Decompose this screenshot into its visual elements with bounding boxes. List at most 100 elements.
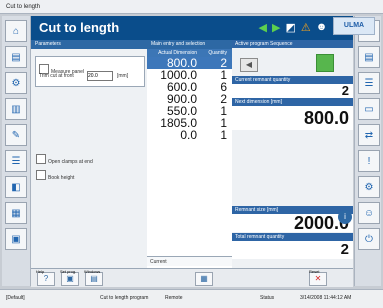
right-tool-print[interactable]: ▤ [358,46,380,68]
right-tool-user[interactable]: ☺ [358,202,380,224]
data-icon: ◧ [11,181,21,193]
row-quantity: 1 [220,116,227,130]
set-program-button[interactable]: ▣ [61,272,79,286]
tool-button-cutting[interactable]: ▥ [5,98,27,120]
program-sequence-title: Active program Sequence [232,40,353,48]
trim-cut-label: Trim cut at front [39,73,74,79]
remnant-size-value: 2000.0 [232,214,353,232]
list-icon: ☰ [364,77,374,89]
warning-icon[interactable]: ⚠ [301,21,311,34]
open-clamps-checkbox[interactable] [36,153,46,164]
application-window: Cut to length ⌂ ▤ ⚙ ▥ ✎ ☰ ◧ ▦ ▣ ⌕ ▤ ☰ ▭ … [0,0,383,308]
total-remnant-value: 2 [232,241,353,259]
tool-button-machine[interactable]: ▣ [5,228,27,250]
row-quantity: 1 [220,128,227,142]
screen-header: Cut to length ◀ ▶ ◩ ⚠ ☻ ● ULMA [31,16,375,40]
brand-logo: ULMA [333,17,375,35]
status-date: 3/14/2008 11:44:12 AM [300,295,352,301]
reset-icon: ✕ [314,274,322,283]
total-remnant-block: Total remnant quantity 2 [232,233,353,259]
tool-button-home[interactable]: ⌂ [5,20,27,42]
row-dimension: 0.0 [180,128,197,142]
alarm-icon: ! [367,155,371,167]
cutting-table-panel: Main entry and selection Actual Dimensio… [147,40,233,268]
main-content: Parameters Measure panel Trim cut at fro… [31,40,353,268]
page-title: Cut to length [39,20,120,35]
book-height-checkbox[interactable] [36,169,46,180]
operator-icon[interactable]: ☻ [316,21,328,34]
right-arrow-icon[interactable]: ▶ [272,21,280,34]
machine-icon: ▣ [11,233,21,245]
settings-icon: ☰ [11,155,21,167]
tool-button-manual[interactable]: ✎ [5,124,27,146]
quantity-column-header: Quantity [208,50,227,56]
tool-button-tools[interactable]: ⚙ [5,72,27,94]
program-icon: ▣ [66,274,74,283]
right-tool-list[interactable]: ☰ [358,72,380,94]
trim-cut-unit: [mm] [117,73,129,79]
right-toolbar: ⌕ ▤ ☰ ▭ ⇄ ! ⚙ ☺ ⏻ [354,16,381,286]
right-tool-config[interactable]: ⚙ [358,176,380,198]
row-quantity: 2 [220,92,227,106]
status-panel: Active program Sequence ◀ Current remnan… [232,40,353,268]
window-title: Cut to length [6,4,41,10]
active-indicator-icon [316,54,334,72]
trim-cut-input[interactable]: 20.0 [87,71,113,81]
tool-button-report[interactable]: ▦ [5,202,27,224]
config-icon: ⚙ [364,181,374,193]
power-icon: ⏻ [365,233,373,245]
help-icon: ? [43,274,49,283]
next-dimension-label: Next dimension [mm] [232,98,353,106]
cut-program-icon: ▦ [200,274,208,283]
right-tool-monitor[interactable]: ▭ [358,98,380,120]
status-bar: [Default] Cut to length program Remote S… [0,289,383,308]
table-row[interactable]: 0.0 1 [147,129,232,141]
chart-icon[interactable]: ◩ [285,21,295,34]
remnant-size-block: Remnant size [mm] 2000.0 [232,206,353,232]
loading-icon: ▤ [11,51,21,63]
user-icon: ☺ [363,207,375,219]
status-remote: Remote [165,295,183,301]
row-quantity: 6 [220,80,227,94]
row-quantity: 1 [220,104,227,118]
open-clamps-label: Open clamps at end [48,159,93,165]
left-toolbar: ⌂ ▤ ⚙ ▥ ✎ ☰ ◧ ▦ ▣ [2,16,31,286]
reset-button[interactable]: ✕ [309,272,327,286]
windows-button[interactable]: ▤ [85,272,103,286]
next-dimension-value: 800.0 [232,106,353,130]
row-quantity: 2 [220,56,227,70]
cut-program-button[interactable]: ▦ [195,272,213,286]
bottom-action-bar: ? ▣ ▤ ▦ ✕ Help Set prog. Windows Reset [31,268,353,287]
status-state: Status [260,295,275,301]
transfer-icon: ⇄ [364,129,374,141]
right-tool-transfer[interactable]: ⇄ [358,124,380,146]
info-icon[interactable]: i [338,210,352,224]
previous-icon[interactable]: ◀ [240,58,258,72]
status-profile: [Default] [6,295,25,301]
tool-button-settings[interactable]: ☰ [5,150,27,172]
total-remnant-label: Total remnant quantity [232,233,353,241]
book-height-option[interactable]: Book height [36,166,74,184]
print-icon: ▤ [364,51,374,63]
current-quantity-label: Current remnant quantity [232,76,353,84]
tool-button-data[interactable]: ◧ [5,176,27,198]
cutting-table-title: Main entry and selection [147,40,232,49]
right-tool-power[interactable]: ⏻ [358,228,380,250]
reset-label: Reset [309,269,320,274]
status-program: Cut to length program [100,295,149,301]
window-titlebar: Cut to length [0,0,383,14]
windows-icon: ▤ [90,274,98,283]
tool-button-loading[interactable]: ▤ [5,46,27,68]
help-button[interactable]: ? [37,272,55,286]
current-row-label: Current [147,256,232,266]
header-action-icons: ◀ ▶ ◩ ⚠ ☻ ● [259,21,339,34]
cutting-icon: ▥ [11,103,21,115]
set-program-label: Set prog. [60,269,77,274]
right-tool-alarm[interactable]: ! [358,150,380,172]
parameters-panel: Parameters Measure panel Trim cut at fro… [31,40,148,268]
tools-icon: ⚙ [11,77,21,89]
report-icon: ▦ [11,207,21,219]
help-label: Help [36,269,45,274]
left-arrow-icon[interactable]: ◀ [259,21,267,34]
next-dimension-block: Next dimension [mm] 800.0 [232,98,353,130]
